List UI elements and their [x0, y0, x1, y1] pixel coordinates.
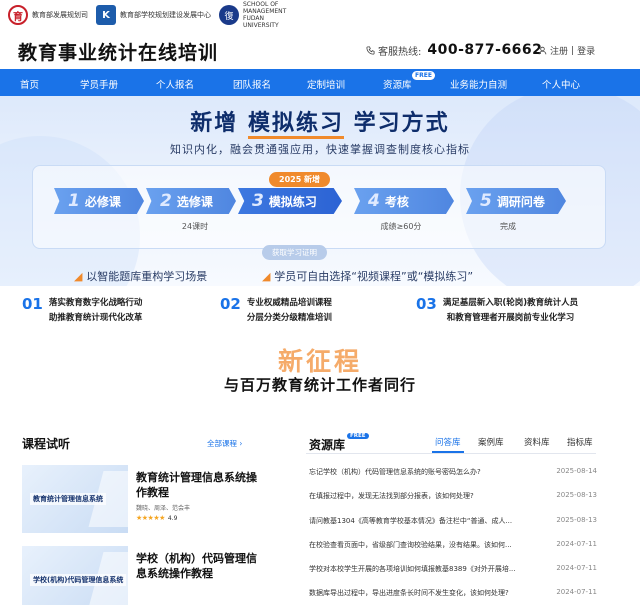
list-item[interactable]: 忘记学校（机构）代码管理信息系统的账号密码怎么办? 2025-08-14 — [309, 467, 597, 477]
register-link[interactable]: 注册 — [550, 44, 568, 57]
course-rating: ★★★★★ 4.9 — [136, 514, 178, 522]
banner-line-left: ◢ 以智能题库重构学习场景 — [74, 270, 208, 283]
step-assessment-note: 成绩≥60分 — [380, 222, 422, 231]
planning-center-logo-text: 教育部学校规划建设发展中心 — [120, 10, 211, 19]
slogan-main: 与百万教育统计工作者同行 — [223, 376, 416, 394]
feature-01: 01 落实教育数字化战略行动 助推教育统计现代化改革 — [22, 295, 143, 323]
nav-custom-training[interactable]: 定制培训 — [307, 77, 345, 91]
list-item[interactable]: 学校对本校学生开展的各项培训如何填报教基8389《对外开展培... 2024-0… — [309, 564, 597, 574]
partner-logos: 育 教育部发展规划司 K 教育部学校规划建设发展中心 復 SCHOOL OF M… — [0, 0, 640, 30]
resources-free-badge: FREE — [347, 433, 369, 439]
course-thumbnail: 学校(机构)代码管理信息系统 — [22, 546, 128, 605]
new-2025-tag: 2025 新增 — [269, 172, 331, 187]
list-item[interactable]: 请问教基1304《高等教育学校基本情况》备注栏中“普通、成人... 2025-0… — [309, 516, 597, 526]
list-item[interactable]: 在填报过程中，发现无法找到部分报表，该如何处理? 2025-08-13 — [309, 491, 597, 501]
ministry-logo-text: 教育部发展规划司 — [32, 11, 88, 19]
phone-icon — [366, 45, 375, 55]
user-icon — [538, 46, 547, 55]
step-survey: 5 调研问卷 — [466, 188, 566, 214]
fudan-emblem-icon: 復 — [219, 5, 239, 25]
courses-section-title: 课程试听 — [22, 437, 71, 451]
auth-separator: | — [571, 45, 575, 56]
hotline-number: 400-877-6662 — [427, 42, 543, 58]
nav-resource-library[interactable]: 资源库 FREE — [383, 71, 435, 91]
resources-section-title: 资源库 — [309, 438, 346, 452]
fudan-logo: 復 SCHOOL OF MANAGEMENT FUDAN UNIVERSITY — [219, 1, 295, 29]
step-survey-note: 完成 — [500, 222, 516, 231]
star-rating-icon: ★★★★★ — [136, 514, 165, 522]
course-title: 学校（机构）代码管理信息系统操作教程 — [136, 552, 257, 580]
arrow-icon: ◢ — [262, 270, 275, 283]
feature-03: 03 满足基层新入职(轮岗)教育统计人员 和教育管理者开展岗前专业化学习 — [416, 295, 579, 323]
banner-subtitle: 知识内化，融会贯通强应用，快速掌握调查制度核心指标 — [170, 143, 470, 156]
nav-home[interactable]: 首页 — [20, 77, 39, 91]
step-elective: 2 选修课 — [146, 188, 236, 214]
arrow-icon: ◢ — [74, 270, 87, 283]
tab-materials[interactable]: 资料库 — [524, 436, 550, 448]
feature-02: 02 专业权威精品培训课程 分层分类分级精准培训 — [220, 295, 332, 323]
course-title: 教育统计管理信息系统操作教程 — [136, 471, 257, 499]
banner-line-right: ◢ 学员可自由选择“视频课程”或“模拟练习” — [262, 270, 474, 283]
planning-center-emblem-icon: K — [96, 5, 116, 25]
list-item[interactable]: 数据库导出过程中，导出进度条长时间不发生变化，该如何处理? 2024-07-11 — [309, 588, 597, 598]
auth-links: 注册 | 登录 — [538, 44, 595, 57]
main-nav: 首页 学员手册 个人报名 团队报名 定制培训 资源库 FREE 业务能力自测 个… — [0, 69, 640, 96]
step-assessment: 4 考核 — [354, 188, 454, 214]
list-item[interactable]: 在校验查看页面中，省级部门查询校验结果，没有结果。该如何... 2024-07-… — [309, 540, 597, 550]
fudan-logo-text: SCHOOL OF MANAGEMENT FUDAN UNIVERSITY — [243, 1, 287, 29]
course-thumbnail: 教育统计管理信息系统 — [22, 465, 128, 533]
tab-qa[interactable]: 问答库 — [435, 436, 461, 448]
login-link[interactable]: 登录 — [577, 44, 595, 57]
hotline-label: 客服热线: — [378, 46, 422, 58]
hero-banner[interactable]: 新增 模拟练习 学习方式 知识内化，融会贯通强应用，快速掌握调查制度核心指标 2… — [0, 96, 640, 286]
course-authors: 魏晓、周泽、范会丰 — [136, 505, 191, 512]
step-mock-practice: 3 模拟练习 — [238, 188, 342, 214]
slogan-new-journey: 新征程 — [277, 347, 362, 376]
all-courses-link[interactable]: 全部课程 › — [207, 438, 242, 449]
ministry-emblem-icon: 育 — [8, 5, 28, 25]
tab-indicators[interactable]: 指标库 — [567, 436, 593, 448]
step-elective-note: 24课时 — [181, 222, 209, 231]
nav-personal-center[interactable]: 个人中心 — [542, 77, 580, 91]
tab-cases[interactable]: 案例库 — [478, 436, 504, 448]
nav-individual-signup[interactable]: 个人报名 — [156, 77, 194, 91]
step-required: 1 必修课 — [54, 188, 144, 214]
free-badge: FREE — [412, 71, 435, 80]
site-title: 教育事业统计在线培训 — [18, 42, 219, 64]
nav-team-signup[interactable]: 团队报名 — [233, 77, 271, 91]
course-card[interactable]: 学校(机构)代码管理信息系统 学校（机构）代码管理信息系统操作教程 — [22, 546, 258, 605]
planning-center-logo: K 教育部学校规划建设发展中心 — [96, 5, 211, 25]
course-card[interactable]: 教育统计管理信息系统 教育统计管理信息系统操作教程 魏晓、周泽、范会丰 ★★★★… — [22, 465, 258, 535]
nav-handbook[interactable]: 学员手册 — [80, 77, 118, 91]
ministry-logo: 育 教育部发展规划司 — [8, 5, 88, 25]
nav-self-test[interactable]: 业务能力自测 — [450, 77, 507, 91]
banner-title: 新增 模拟练习 学习方式 — [0, 105, 640, 139]
learning-certificate-label: 获取学习证明 — [262, 245, 327, 260]
nav-resource-library-label: 资源库 — [383, 80, 412, 91]
hotline: 客服热线: 400-877-6662 — [366, 42, 542, 58]
